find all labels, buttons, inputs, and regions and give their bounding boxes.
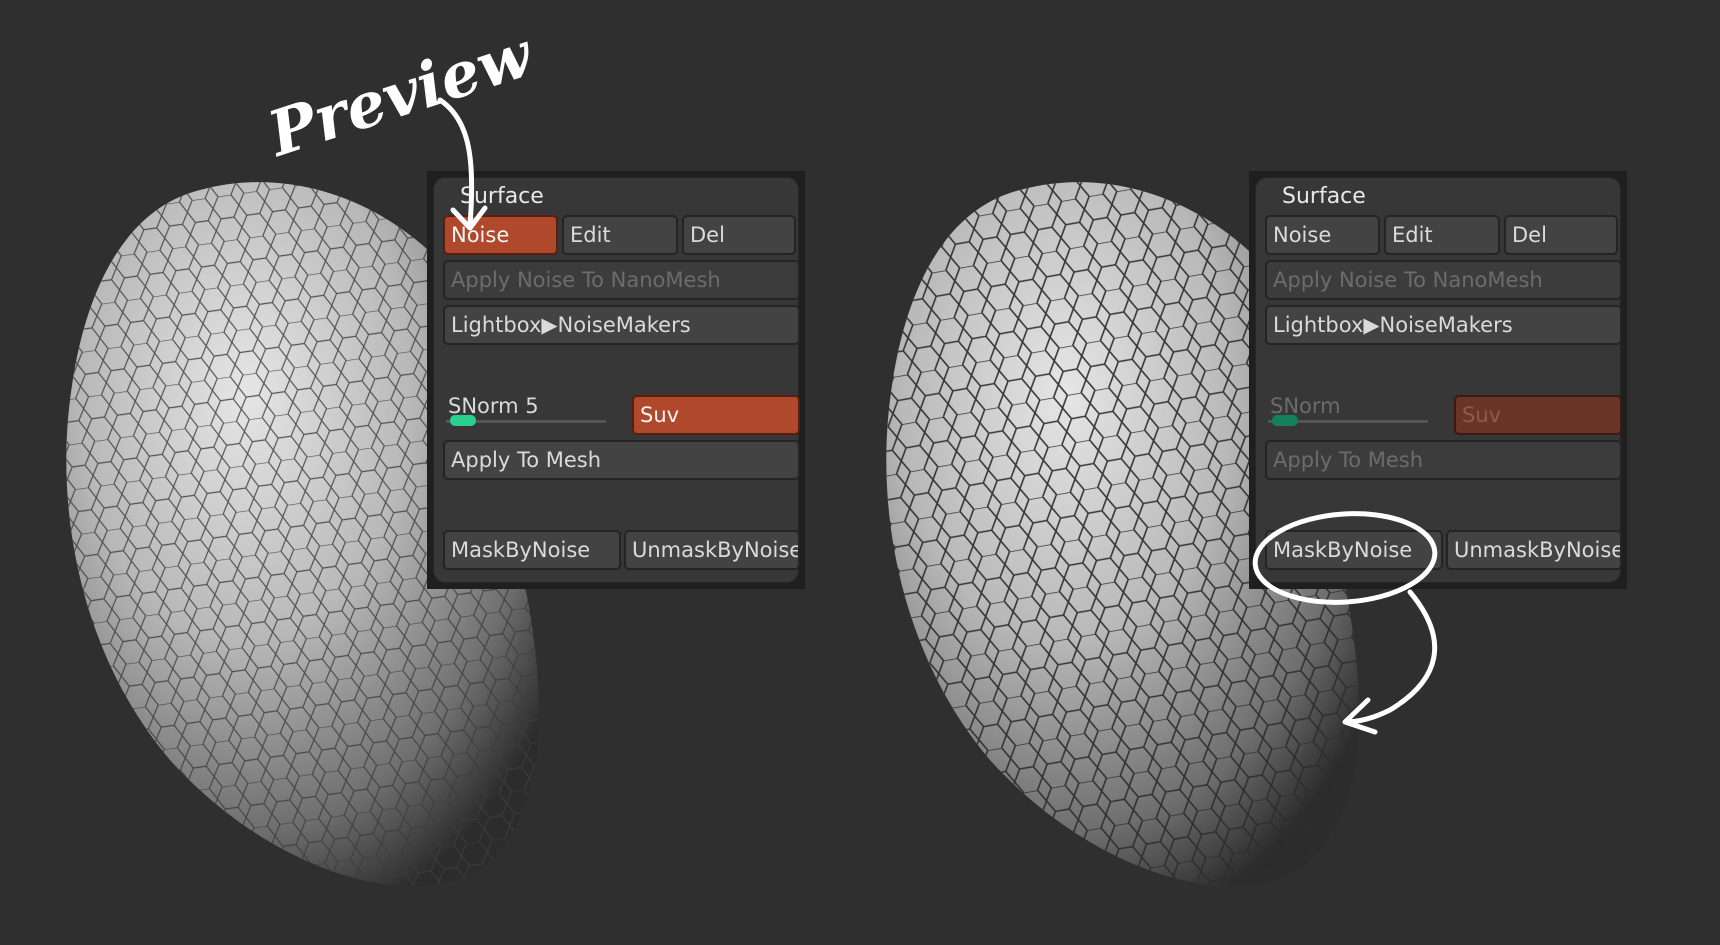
annotation-layer: Preview: [258, 17, 1438, 735]
preview-annotation: Preview: [258, 17, 543, 172]
arrow-icon: [437, 97, 488, 231]
curved-arrow-icon: [1342, 589, 1438, 735]
